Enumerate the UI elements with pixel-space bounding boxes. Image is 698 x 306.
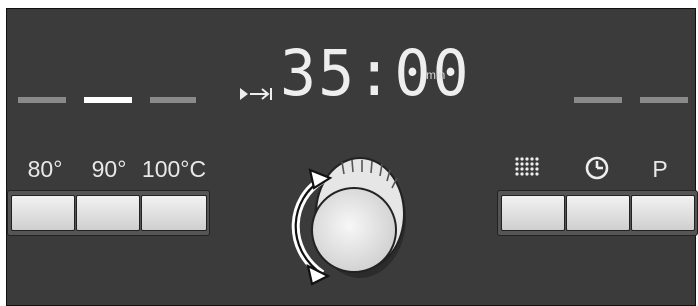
timer-button[interactable] (566, 195, 630, 231)
level-bar-right-2 (640, 97, 688, 103)
program-label: P (652, 156, 668, 182)
temp-label-90: 90° (91, 156, 127, 182)
temp-80-button[interactable] (11, 195, 75, 231)
temp-100-button[interactable] (141, 195, 207, 231)
timer-unit: min (426, 68, 446, 82)
clock-icon (585, 156, 609, 180)
rapid-heat-button[interactable] (501, 195, 565, 231)
level-bar-3 (150, 97, 196, 103)
temp-90-button[interactable] (76, 195, 140, 231)
temp-label-80: 80° (27, 156, 63, 182)
level-bar-1 (18, 97, 66, 103)
level-bar-right-1 (574, 97, 622, 103)
program-button[interactable] (631, 195, 695, 231)
play-to-end-icon (240, 88, 272, 100)
timer-display: 35:00 min (238, 43, 469, 108)
level-bar-2-active (84, 97, 132, 103)
rotary-knob[interactable] (270, 148, 420, 288)
dot-grid-icon (515, 157, 539, 176)
temp-label-100: 100°C (141, 156, 207, 182)
knob-graphic (291, 157, 406, 286)
